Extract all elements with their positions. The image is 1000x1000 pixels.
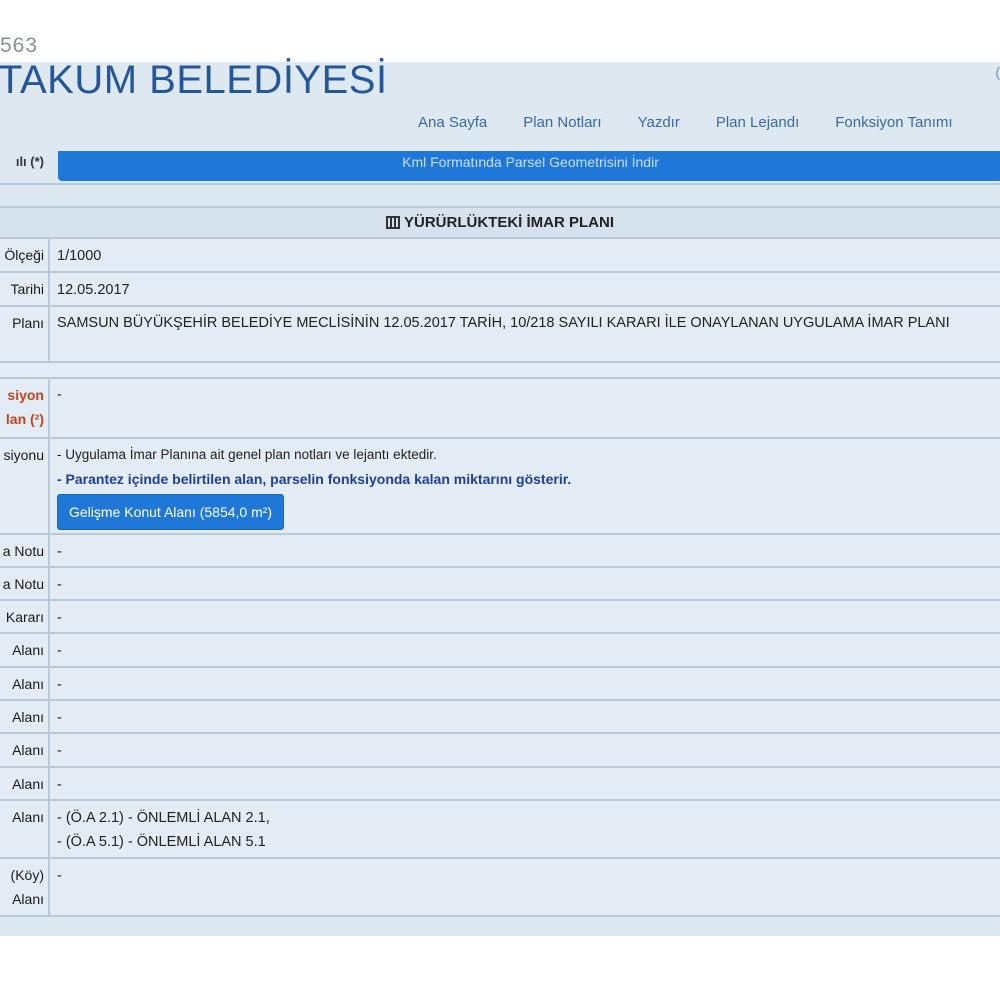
table-row: Alanı - bbox=[0, 734, 1000, 768]
row-value: - bbox=[57, 643, 62, 659]
table-row: Planı SAMSUN BÜYÜKŞEHİR BELEDİYE MECLİSİ… bbox=[0, 307, 1000, 363]
row-value: 1/1000 bbox=[57, 248, 102, 264]
download-kml-button[interactable]: Kml Formatında Parsel Geometrisini İndir bbox=[58, 151, 1000, 181]
section-header: YÜRÜRLÜKTEKİ İMAR PLANI bbox=[0, 206, 1000, 239]
row-spacer bbox=[0, 363, 1000, 379]
divider bbox=[0, 183, 1000, 185]
table-row: Alanı - (Ö.A 2.1) - ÖNLEMLİ ALAN 2.1, - … bbox=[0, 801, 1000, 859]
row-value: - bbox=[57, 710, 62, 726]
row-value: - bbox=[57, 610, 62, 626]
village-area-label-line2: Alanı bbox=[12, 891, 44, 907]
row-label: Alanı bbox=[0, 734, 50, 766]
row-label: a Notu bbox=[0, 568, 50, 599]
risk-area-label: Alanı bbox=[0, 801, 50, 857]
general-plan-note: - Uygulama İmar Planına ait genel plan n… bbox=[57, 447, 437, 462]
row-label: Alanı bbox=[0, 634, 50, 666]
development-housing-area-button[interactable]: Gelişme Konut Alanı (5854,0 m²) bbox=[57, 494, 285, 530]
table-row: a Notu - bbox=[0, 568, 1000, 601]
table-icon bbox=[386, 216, 400, 229]
table-row: Alanı - bbox=[0, 768, 1000, 801]
function-value: - Uygulama İmar Planına ait genel plan n… bbox=[50, 439, 1000, 533]
row-value: - bbox=[57, 544, 62, 560]
row-label: Kararı bbox=[0, 601, 50, 632]
section-title: YÜRÜRLÜKTEKİ İMAR PLANI bbox=[404, 214, 614, 231]
table-row: (Köy) Alanı - bbox=[0, 859, 1000, 917]
table-row: siyon lan (²) - bbox=[0, 379, 1000, 439]
corner-mark: ( bbox=[995, 64, 1000, 80]
row-label: Alanı bbox=[0, 768, 50, 799]
table-row: siyonu - Uygulama İmar Planına ait genel… bbox=[0, 439, 1000, 535]
nav-plan-notes-link[interactable]: Plan Notları bbox=[523, 114, 601, 131]
nav-print-link[interactable]: Yazdır bbox=[638, 114, 680, 131]
function-area-label-line2: lan (²) bbox=[5, 411, 44, 427]
row-label: Ölçeği bbox=[0, 239, 50, 271]
table-row: Alanı - bbox=[0, 634, 1000, 668]
function-label: siyonu bbox=[0, 439, 50, 533]
row-value: - bbox=[57, 577, 62, 593]
geometry-row-label: ılı (*) bbox=[15, 154, 44, 169]
row-value: - bbox=[57, 677, 62, 693]
row-label: Tarihi bbox=[0, 273, 50, 305]
nav-home-link[interactable]: Ana Sayfa bbox=[418, 114, 487, 131]
row-label: Planı bbox=[0, 307, 50, 361]
risk-area-value: - (Ö.A 2.1) - ÖNLEMLİ ALAN 2.1, - (Ö.A 5… bbox=[50, 801, 1000, 857]
table-row: Alanı - bbox=[0, 668, 1000, 701]
table-row: Tarihi 12.05.2017 bbox=[0, 273, 1000, 307]
row-value: SAMSUN BÜYÜKŞEHİR BELEDİYE MECLİSİNİN 12… bbox=[57, 315, 950, 331]
row-value: - bbox=[57, 777, 62, 793]
row-value: 12.05.2017 bbox=[57, 282, 130, 298]
risk-area-line: - (Ö.A 2.1) - ÖNLEMLİ ALAN 2.1, bbox=[57, 810, 270, 826]
table-row: Ölçeği 1/1000 bbox=[0, 239, 1000, 273]
parcel-code: 563 bbox=[0, 34, 39, 57]
top-navigation: Ana Sayfa Plan Notları Yazdır Plan Lejan… bbox=[418, 114, 989, 131]
nav-plan-legend-link[interactable]: Plan Lejandı bbox=[716, 114, 799, 131]
municipality-title: TAKUM BELEDİYESİ bbox=[0, 58, 388, 102]
function-area-label-line1: siyon bbox=[7, 387, 44, 403]
row-label: a Notu bbox=[0, 535, 50, 566]
function-area-label: siyon lan (²) bbox=[0, 379, 50, 437]
row-value: - bbox=[57, 743, 62, 759]
village-area-label-line1: (Köy) bbox=[10, 867, 44, 883]
parenthesis-note: - Parantez içinde belirtilen alan, parse… bbox=[57, 471, 572, 487]
village-area-value: - bbox=[57, 868, 62, 884]
zoning-plan-table: YÜRÜRLÜKTEKİ İMAR PLANI Ölçeği 1/1000 Ta… bbox=[0, 206, 1000, 917]
row-label: Alanı bbox=[0, 668, 50, 699]
table-row: Kararı - bbox=[0, 601, 1000, 634]
function-area-value: - bbox=[57, 387, 62, 403]
table-row: a Notu - bbox=[0, 535, 1000, 568]
row-label: Alanı bbox=[0, 701, 50, 732]
nav-function-definition-link[interactable]: Fonksiyon Tanımı bbox=[835, 114, 952, 131]
table-row: Alanı - bbox=[0, 701, 1000, 734]
village-area-label: (Köy) Alanı bbox=[0, 859, 50, 915]
risk-area-line: - (Ö.A 5.1) - ÖNLEMLİ ALAN 5.1 bbox=[57, 834, 266, 850]
